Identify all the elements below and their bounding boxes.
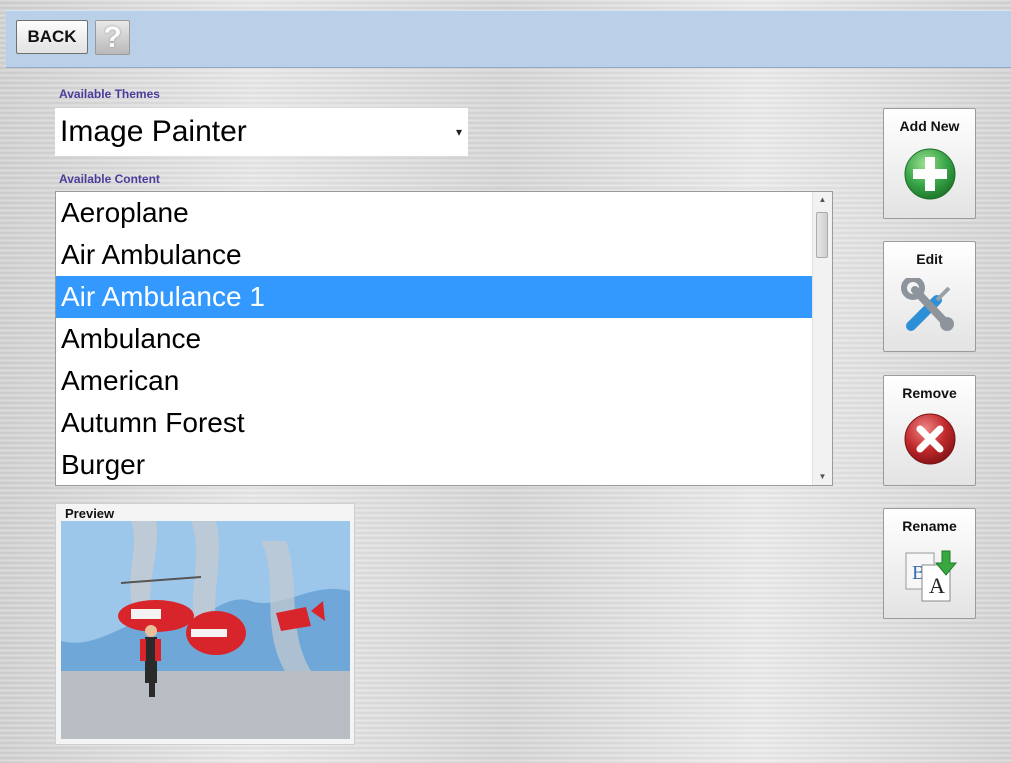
top-toolbar: BACK ? — [6, 10, 1011, 68]
add-new-button[interactable]: Add New — [883, 108, 976, 219]
list-item[interactable]: Ambulance — [56, 318, 813, 360]
list-item[interactable]: Air Ambulance — [56, 234, 813, 276]
content-label: Available Content — [59, 172, 160, 186]
list-item[interactable]: Autumn Forest — [56, 402, 813, 444]
remove-button[interactable]: Remove — [883, 375, 976, 486]
themes-label: Available Themes — [59, 87, 160, 101]
list-item-selected[interactable]: Air Ambulance 1 — [56, 276, 813, 318]
helicopter-paint-icon — [61, 521, 350, 739]
add-new-label: Add New — [899, 118, 960, 134]
list-item[interactable]: Aeroplane — [56, 192, 813, 234]
scroll-down-arrow-icon[interactable]: ▼ — [813, 469, 832, 485]
list-scrollbar[interactable]: ▲ ▼ — [812, 192, 832, 485]
remove-label: Remove — [902, 385, 957, 401]
question-mark-icon: ? — [103, 20, 122, 54]
wrench-screwdriver-icon — [900, 278, 954, 331]
rename-document-icon: B A — [905, 550, 957, 602]
list-item[interactable]: Burger — [56, 444, 813, 485]
dropdown-arrow-icon: ▾ — [455, 125, 462, 139]
scroll-up-arrow-icon[interactable]: ▲ — [813, 192, 832, 208]
back-button[interactable]: BACK — [16, 20, 88, 54]
remove-x-icon — [904, 413, 955, 465]
rename-label: Rename — [902, 518, 957, 534]
list-item[interactable]: American — [56, 360, 813, 402]
rename-button[interactable]: Rename B A — [883, 508, 976, 619]
scroll-thumb[interactable] — [816, 212, 828, 258]
theme-dropdown[interactable]: Image Painter ▾ — [55, 108, 468, 156]
theme-selected-value: Image Painter — [60, 115, 247, 148]
help-button[interactable]: ? — [95, 20, 130, 55]
edit-button[interactable]: Edit — [883, 241, 976, 352]
preview-panel: Preview — [55, 503, 355, 745]
content-list[interactable]: Aeroplane Air Ambulance Air Ambulance 1 … — [55, 191, 833, 486]
svg-text:A: A — [929, 573, 945, 598]
plus-icon — [904, 148, 955, 200]
edit-label: Edit — [916, 251, 943, 267]
preview-label: Preview — [65, 506, 115, 521]
